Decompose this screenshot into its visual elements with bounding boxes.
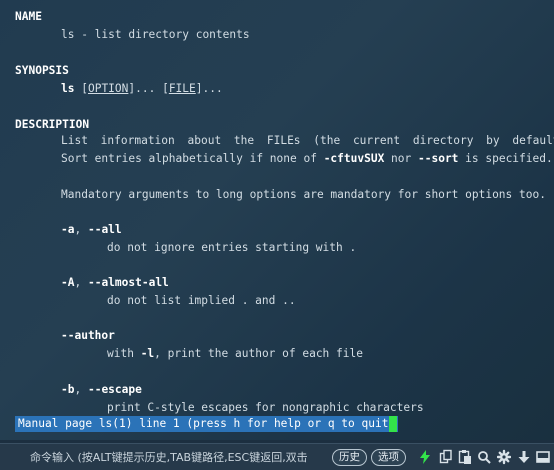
copy-icon[interactable] <box>439 449 453 465</box>
inline-flag: -cftuvSUX <box>323 152 385 165</box>
lightning-icon[interactable] <box>418 449 432 465</box>
description-line: List information about the FILEs (the cu… <box>61 134 554 147</box>
synopsis-sep: ]... <box>195 82 223 95</box>
command-input[interactable] <box>12 448 350 466</box>
option-flag-line: --author <box>61 329 115 343</box>
text-span: , <box>74 223 88 236</box>
gear-icon[interactable] <box>497 449 511 465</box>
option-flag-line: -a, --all <box>61 223 122 237</box>
synopsis-command: ls <box>61 82 75 95</box>
text-span: , <box>74 383 88 396</box>
option-short-flag: -A <box>61 276 75 289</box>
option-description: print C-style escapes for nongraphic cha… <box>107 401 424 414</box>
synopsis-sep: ]... [ <box>128 82 169 95</box>
section-heading-description: DESCRIPTION <box>15 118 90 131</box>
pager-status-line: Manual page ls(1) line 1 (press h for he… <box>15 416 399 432</box>
text-span: Sort entries alphabetically if none of <box>61 152 324 165</box>
synopsis-file-arg: FILE <box>168 82 196 95</box>
paste-icon[interactable] <box>458 449 472 465</box>
option-description: with -l, print the author of each file <box>107 347 363 361</box>
options-button[interactable]: 选项 <box>371 449 406 466</box>
option-long-flag: --author <box>61 329 115 342</box>
description-line: Sort entries alphabetically if none of -… <box>61 152 553 166</box>
description-line: Mandatory arguments to long options are … <box>61 188 546 201</box>
synopsis-option-arg: OPTION <box>87 82 129 95</box>
option-short-flag: -b <box>61 383 75 396</box>
text-span: , print the author of each file <box>154 347 363 360</box>
name-line: ls - list directory contents <box>61 28 250 41</box>
option-flag-line: -b, --escape <box>61 383 142 397</box>
inline-flag: --sort <box>418 152 459 165</box>
option-long-flag: --all <box>87 223 122 236</box>
text-span: is specified. <box>458 152 553 165</box>
option-description: do not list implied . and .. <box>107 294 296 307</box>
synopsis-sep: [ <box>74 82 88 95</box>
option-long-flag: --almost-all <box>87 276 169 289</box>
search-icon[interactable] <box>477 449 491 465</box>
download-arrow-icon[interactable] <box>517 449 531 465</box>
text-span: with <box>107 347 141 360</box>
inline-flag: -l <box>140 347 155 360</box>
command-bar: 历史 选项 <box>0 443 554 470</box>
section-heading-name: NAME <box>15 10 42 23</box>
option-short-flag: -a <box>61 223 75 236</box>
option-long-flag: --escape <box>87 383 142 396</box>
history-button[interactable]: 历史 <box>332 449 367 466</box>
section-heading-synopsis: SYNOPSIS <box>15 64 69 77</box>
option-flag-line: -A, --almost-all <box>61 276 169 290</box>
text-span: , <box>74 276 88 289</box>
option-description: do not ignore entries starting with . <box>107 241 357 254</box>
terminal-cursor <box>389 416 397 432</box>
text-span: nor <box>384 152 418 165</box>
panel-icon[interactable] <box>536 449 550 465</box>
synopsis-line: ls [OPTION]... [FILE]... <box>61 82 223 96</box>
terminal-output[interactable]: NAME ls - list directory contents SYNOPS… <box>0 0 554 440</box>
